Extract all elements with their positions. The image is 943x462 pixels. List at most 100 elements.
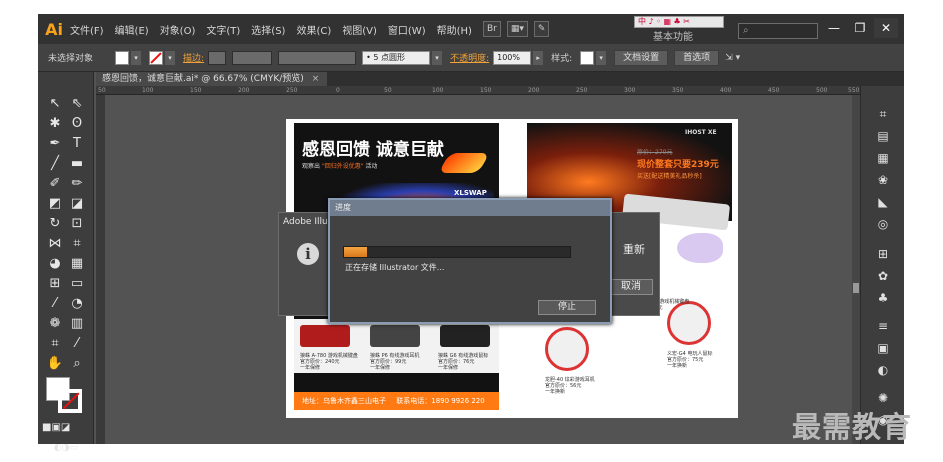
- ruler-tick: 300: [624, 87, 636, 94]
- opacity-link[interactable]: 不透明度:: [450, 51, 489, 64]
- selection-tool-icon[interactable]: ↖: [44, 94, 66, 114]
- bridge-button[interactable]: Br: [482, 21, 501, 37]
- menu-help[interactable]: 帮助(H): [437, 22, 472, 37]
- type-tool-icon[interactable]: T: [66, 134, 88, 154]
- symbol-sprayer-icon[interactable]: ❁: [44, 314, 66, 334]
- ime-toolbar[interactable]: 中 ♪ ◦ ▦ ♣ ✂: [634, 16, 724, 28]
- close-button[interactable]: ✕: [874, 18, 898, 38]
- blend-tool-icon[interactable]: ◔: [66, 294, 88, 314]
- blob-brush-icon[interactable]: ◩: [44, 194, 66, 214]
- headset-image: [370, 325, 420, 347]
- artboard-tool-icon[interactable]: ⌗: [44, 334, 66, 354]
- ruler-tick: 200: [238, 87, 250, 94]
- stroke-dropdown[interactable]: ▾: [165, 50, 176, 65]
- opacity-field[interactable]: 100%: [493, 50, 532, 65]
- stroke-weight-stepper[interactable]: [208, 50, 227, 65]
- tab-close-icon[interactable]: ×: [312, 74, 320, 84]
- stroke-weight-field[interactable]: [232, 50, 273, 65]
- footer-address: 地址：乌鲁木齐鑫三山电子: [302, 397, 386, 405]
- cancel-button[interactable]: 取消: [609, 279, 653, 295]
- zoom-tool-icon[interactable]: ⌕: [66, 354, 88, 374]
- lasso-tool-icon[interactable]: ʘ: [66, 114, 88, 134]
- layers-panel-icon[interactable]: ▤: [873, 128, 893, 144]
- color-panel-icon[interactable]: ❀: [873, 172, 893, 188]
- variable-width-profile[interactable]: [278, 50, 357, 65]
- control-bar: 未选择对象 ▾ ▾ 描边: • 5 点圆形 ▾ 不透明度: 100% ▸ 样式:…: [38, 44, 904, 72]
- eraser-tool-icon[interactable]: ◪: [66, 194, 88, 214]
- graphic-styles-icon[interactable]: ◐: [873, 362, 893, 378]
- minimize-button[interactable]: —: [822, 18, 846, 38]
- color-guide-icon[interactable]: ◣: [873, 194, 893, 210]
- hand-tool-icon[interactable]: ✋: [44, 354, 66, 374]
- transparency-panel-icon[interactable]: ⊞: [873, 246, 893, 262]
- arrange-documents-icon[interactable]: ▦▾: [506, 21, 528, 37]
- brush-definition[interactable]: • 5 点圆形: [362, 50, 431, 65]
- rectangle-tool-icon[interactable]: ▬: [66, 154, 88, 174]
- stroke-swatch[interactable]: [149, 50, 164, 65]
- line-tool-icon[interactable]: ╱: [44, 154, 66, 174]
- dialog-message-fragment: 重新: [623, 243, 645, 256]
- menu-object[interactable]: 对象(O): [160, 22, 196, 37]
- stop-button[interactable]: 停止: [538, 300, 596, 315]
- stroke-panel-icon[interactable]: ≡: [873, 318, 893, 334]
- search-input[interactable]: ⌕: [738, 23, 818, 39]
- gradient-panel-icon[interactable]: ▣: [873, 340, 893, 356]
- document-setup-button[interactable]: 文档设置: [614, 49, 669, 66]
- fill-swatch[interactable]: [115, 50, 130, 65]
- artboards-panel-icon[interactable]: ⌗: [873, 106, 893, 122]
- brush-dropdown[interactable]: ▾: [432, 50, 443, 65]
- free-transform-icon[interactable]: ⌗: [66, 234, 88, 254]
- progress-message: 正在存储 Illustrator 文件...: [345, 263, 445, 272]
- maximize-button[interactable]: ❐: [848, 18, 872, 38]
- gpu-performance-icon[interactable]: ✎: [533, 21, 550, 37]
- pen-tool-icon[interactable]: ✒: [44, 134, 66, 154]
- pencil-tool-icon[interactable]: ✏: [66, 174, 88, 194]
- workspace-switcher[interactable]: 基本功能: [653, 28, 693, 43]
- artwork-footer: 地址：乌鲁木齐鑫三山电子 联系电话：1890 9926 220: [294, 392, 499, 410]
- ruler-tick: 100: [432, 87, 444, 94]
- ruler-tick: 100: [142, 87, 154, 94]
- product-caption: 狼蛛 A-780 游戏机械键盘 官方原价：240元 一年保修: [300, 353, 358, 371]
- tools-panel: ↖ ⇖ ✱ ʘ ✒ T ╱ ▬ ✐ ✏ ◩ ◪ ↻ ⊡ ⋈ ⌗ ◕ ▦ ⊞ ▭ …: [38, 72, 94, 453]
- menu-window[interactable]: 窗口(W): [388, 22, 426, 37]
- scrollbar-thumb[interactable]: [853, 283, 859, 293]
- magic-wand-icon[interactable]: ✱: [44, 114, 66, 134]
- product-caption: 狼蛛 G6 有线游戏鼠标 官方原价：76元 一年保修: [438, 353, 489, 371]
- menu-type[interactable]: 文字(T): [206, 22, 240, 37]
- fill-dropdown[interactable]: ▾: [131, 50, 142, 65]
- style-dropdown[interactable]: ▾: [596, 50, 607, 65]
- menu-edit[interactable]: 编辑(E): [115, 22, 149, 37]
- brushes-panel-icon[interactable]: ✿: [873, 268, 893, 284]
- menu-effect[interactable]: 效果(C): [296, 22, 331, 37]
- promo-price: 现价整套只要239元: [637, 160, 719, 170]
- menu-view[interactable]: 视图(V): [342, 22, 377, 37]
- width-tool-icon[interactable]: ⋈: [44, 234, 66, 254]
- slice-tool-icon[interactable]: ⁄: [66, 334, 88, 354]
- color-mode-icons[interactable]: ■▣◪: [42, 418, 70, 438]
- rotate-tool-icon[interactable]: ↻: [44, 214, 66, 234]
- shape-builder-icon[interactable]: ◕: [44, 254, 66, 274]
- libraries-panel-icon[interactable]: ▦: [873, 150, 893, 166]
- mesh-tool-icon[interactable]: ⊞: [44, 274, 66, 294]
- draw-mode-icons[interactable]: ◐◑▭: [42, 438, 90, 458]
- direct-selection-tool-icon[interactable]: ⇖: [66, 94, 88, 114]
- paintbrush-tool-icon[interactable]: ✐: [44, 174, 66, 194]
- opacity-dropdown[interactable]: ▸: [533, 50, 544, 65]
- transform-icon[interactable]: ⇲ ▾: [725, 53, 740, 63]
- stroke-link[interactable]: 描边:: [183, 51, 204, 64]
- menu-select[interactable]: 选择(S): [251, 22, 285, 37]
- column-graph-icon[interactable]: ▥: [66, 314, 88, 334]
- preferences-button[interactable]: 首选项: [674, 49, 720, 66]
- perspective-grid-icon[interactable]: ▦: [66, 254, 88, 274]
- menu-file[interactable]: 文件(F): [70, 22, 104, 37]
- selection-status: 未选择对象: [48, 54, 94, 64]
- eyedropper-icon[interactable]: ⁄: [44, 294, 66, 314]
- gradient-tool-icon[interactable]: ▭: [66, 274, 88, 294]
- scale-tool-icon[interactable]: ⊡: [66, 214, 88, 234]
- appearance-panel-icon[interactable]: ◎: [873, 216, 893, 232]
- document-tab[interactable]: 感恩回馈，诚意巨献.ai* @ 66.67% (CMYK/预览) ×: [96, 72, 328, 86]
- style-swatch[interactable]: [580, 50, 595, 65]
- progress-dialog: 进度 正在存储 Illustrator 文件... 停止: [328, 198, 612, 324]
- vertical-scrollbar[interactable]: [852, 95, 860, 444]
- symbols-panel-icon[interactable]: ♣: [873, 290, 893, 306]
